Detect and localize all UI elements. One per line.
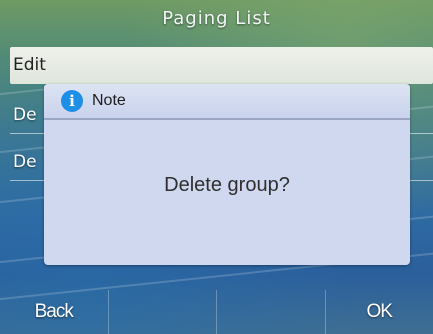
dialog-message: Delete group? (164, 174, 290, 196)
screen-title: Paging List (162, 8, 271, 29)
dialog-header: i Note (44, 84, 410, 120)
list-item-edit[interactable]: Edit (10, 47, 433, 84)
info-icon: i (61, 90, 83, 112)
phone-screen: Paging List Edit De De i Note Delete gro… (0, 0, 433, 334)
dialog-title: Note (92, 92, 126, 109)
softkey-2[interactable] (109, 290, 217, 334)
softkey-3[interactable] (217, 290, 326, 334)
ok-softkey[interactable]: OK (326, 290, 433, 334)
back-softkey[interactable]: Back (0, 290, 109, 334)
softkey-bar: Back OK (0, 290, 433, 334)
note-dialog: i Note Delete group? (44, 84, 410, 265)
